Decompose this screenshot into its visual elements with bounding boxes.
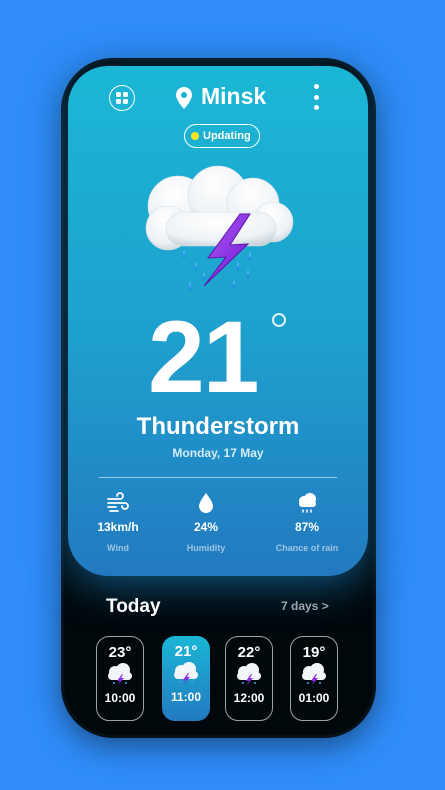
location-pin-icon (176, 87, 192, 109)
hour-time: 01:00 (298, 691, 330, 705)
status-badge: Updating (184, 124, 260, 148)
stat-wind: 13km/h Wind (68, 492, 168, 553)
divider (99, 477, 337, 478)
more-vertical-icon[interactable] (311, 84, 321, 110)
rain-cloud-icon (299, 493, 316, 513)
thunderstorm-icon (174, 662, 198, 685)
degree-symbol (272, 313, 286, 327)
thunderstorm-icon (237, 663, 261, 686)
hour-temperature: 23° (108, 644, 132, 661)
stat-humidity: 24% Humidity (156, 492, 256, 553)
humidity-label: Humidity (186, 543, 226, 553)
wind-label: Wind (107, 543, 129, 553)
thunderstorm-icon (302, 663, 326, 686)
weather-card: Minsk Updating 21 Thunderstorm Monday, 1… (68, 66, 368, 576)
forecast-title: Today (106, 596, 161, 617)
thunderstorm-icon (145, 165, 294, 290)
weather-condition: Thunderstorm (136, 413, 300, 440)
humidity-value: 24% (193, 520, 219, 534)
thunderstorm-icon (108, 663, 132, 686)
seven-days-link[interactable]: 7 days > (281, 599, 329, 613)
hour-card[interactable]: 19° 01:00 (290, 636, 338, 721)
current-date: Monday, 17 May (172, 446, 264, 460)
current-temperature: 21 (148, 300, 259, 414)
status-dot (191, 132, 199, 140)
hour-time: 10:00 (104, 691, 136, 705)
rain-chance-value: 87% (294, 520, 320, 534)
hour-card[interactable]: 22° 12:00 (225, 636, 273, 721)
hour-card[interactable]: 23° 10:00 (96, 636, 144, 721)
hour-temperature: 19° (302, 644, 326, 661)
city-name[interactable]: Minsk (201, 83, 266, 110)
rain-chance-label: Chance of rain (275, 543, 339, 553)
grid-menu-button[interactable] (109, 85, 135, 111)
wind-icon (107, 492, 129, 512)
grid-icon (116, 92, 128, 104)
hour-temperature: 22° (237, 644, 261, 661)
status-label: Updating (203, 130, 251, 142)
hour-temperature: 21° (174, 643, 198, 660)
wind-value: 13km/h (97, 520, 139, 534)
humidity-icon (199, 493, 213, 513)
hour-time: 12:00 (233, 691, 265, 705)
hour-time: 11:00 (170, 690, 202, 704)
stat-chance-of-rain: 87% Chance of rain (257, 492, 357, 553)
hour-card-active[interactable]: 21° 11:00 (162, 636, 210, 721)
